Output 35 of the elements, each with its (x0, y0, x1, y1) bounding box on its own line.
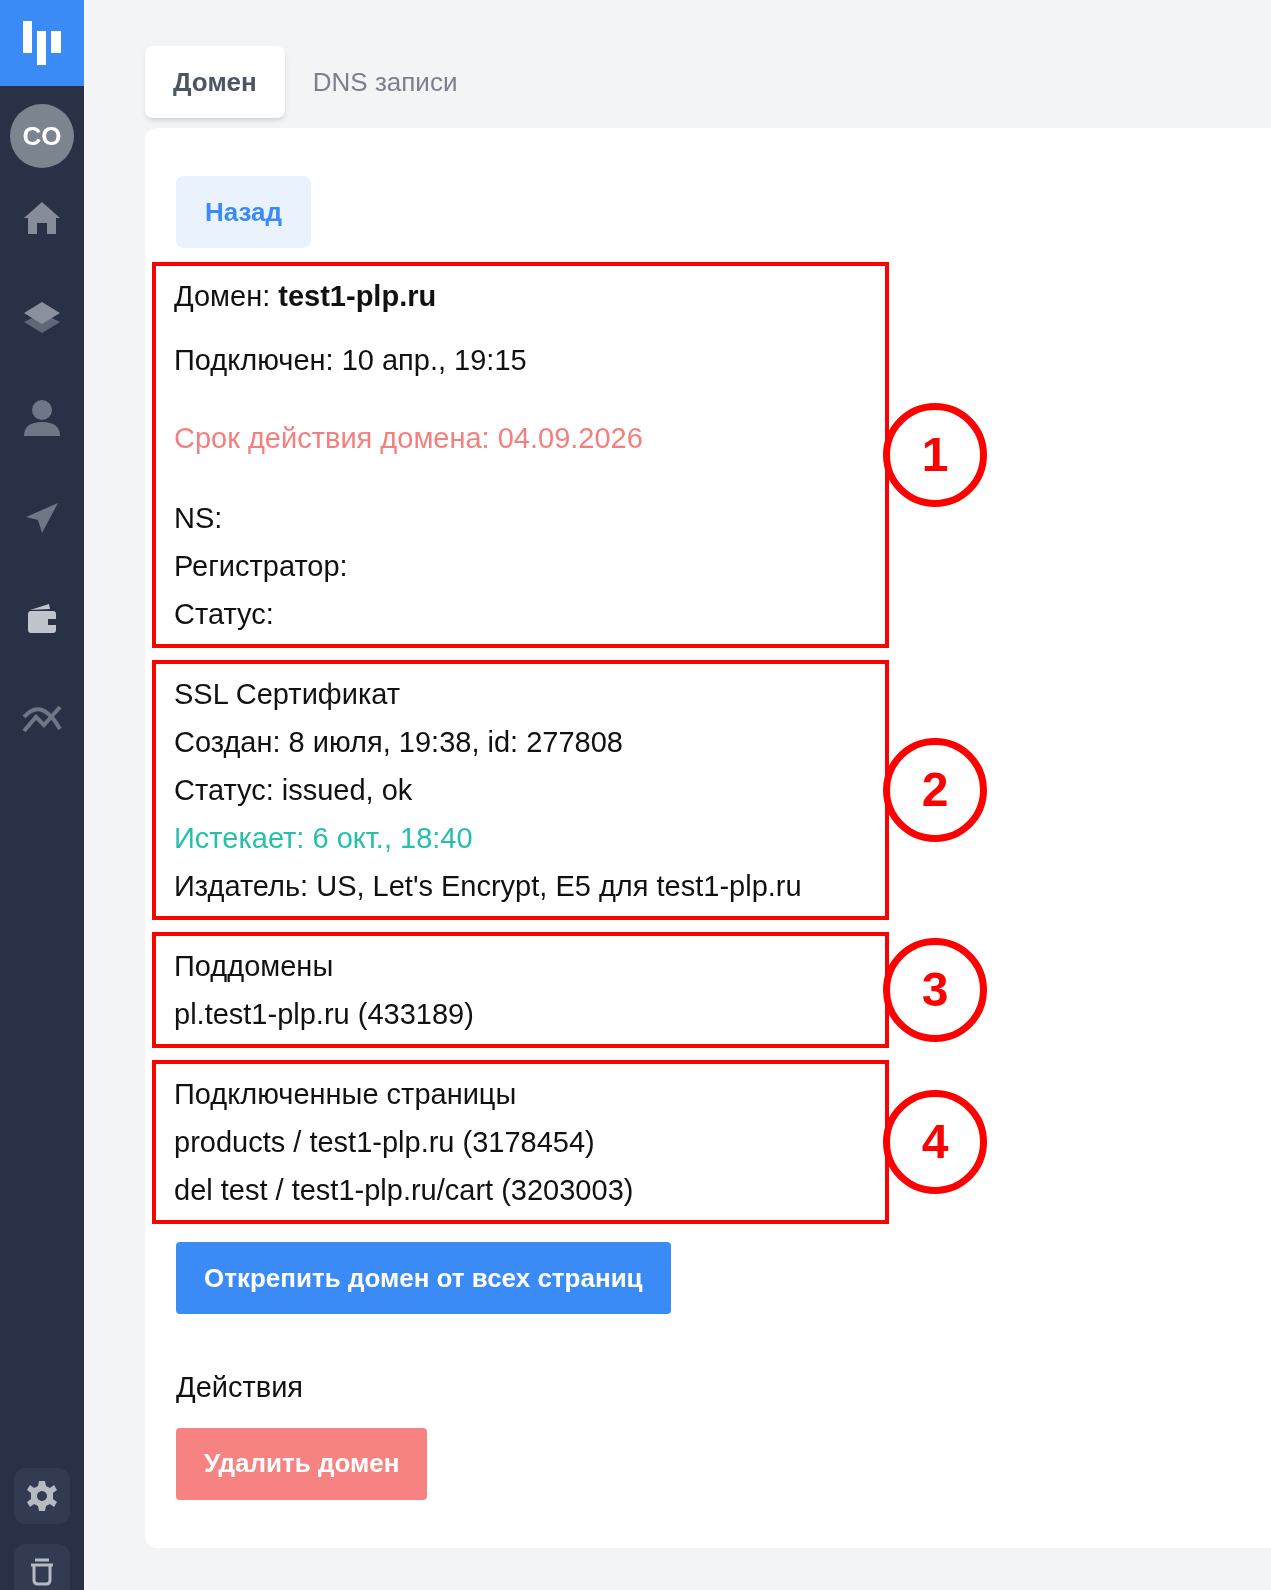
info-line: Статус: issued, ok (174, 773, 414, 808)
info-line: Регистратор: (174, 549, 349, 584)
settings-icon (26, 1480, 58, 1512)
info-line: Подключенные страницы (174, 1077, 518, 1112)
avatar[interactable]: CO (10, 104, 74, 168)
info-line: Домен: test1-plp.ru (174, 279, 438, 314)
info-line: Подключен: 10 апр., 19:15 (174, 343, 528, 378)
user-icon[interactable] (23, 399, 61, 437)
info-line: Срок действия домена: 04.09.2026 (174, 421, 644, 456)
logo-tile[interactable] (0, 0, 84, 86)
chart-icon[interactable] (22, 703, 62, 733)
section-heading: Действия (176, 1370, 304, 1405)
tab[interactable]: DNS записи (284, 46, 486, 118)
settings-button[interactable] (14, 1468, 70, 1524)
info-line: SSL Сертификат (174, 677, 401, 712)
wallet-icon[interactable] (27, 602, 57, 634)
info-line: pl.test1-plp.ru (433189) (174, 997, 475, 1032)
detach-button[interactable]: Открепить домен от всех страниц (176, 1242, 671, 1314)
logo-icon (23, 21, 61, 65)
trash-icon (30, 1558, 54, 1586)
info-line: del test / test1-plp.ru/cart (3203003) (174, 1173, 635, 1208)
back-button[interactable]: Назад (176, 176, 311, 248)
trash-button[interactable] (14, 1544, 70, 1590)
info-line: Истекает: 6 окт., 18:40 (174, 821, 474, 856)
info-line: Статус: (174, 597, 275, 632)
info-line: Издатель: US, Let's Encrypt, E5 для test1-plp.ru (174, 869, 803, 904)
tab[interactable]: Домен (145, 46, 285, 118)
info-line: NS: (174, 501, 224, 536)
info-line: Поддомены (174, 949, 335, 984)
layers-icon[interactable] (23, 300, 61, 336)
send-icon[interactable] (25, 502, 59, 534)
info-line: products / test1-plp.ru (3178454) (174, 1125, 596, 1160)
home-icon[interactable] (23, 201, 61, 235)
delete-button[interactable]: Удалить домен (176, 1427, 428, 1500)
info-line: Создан: 8 июля, 19:38, id: 277808 (174, 725, 624, 760)
